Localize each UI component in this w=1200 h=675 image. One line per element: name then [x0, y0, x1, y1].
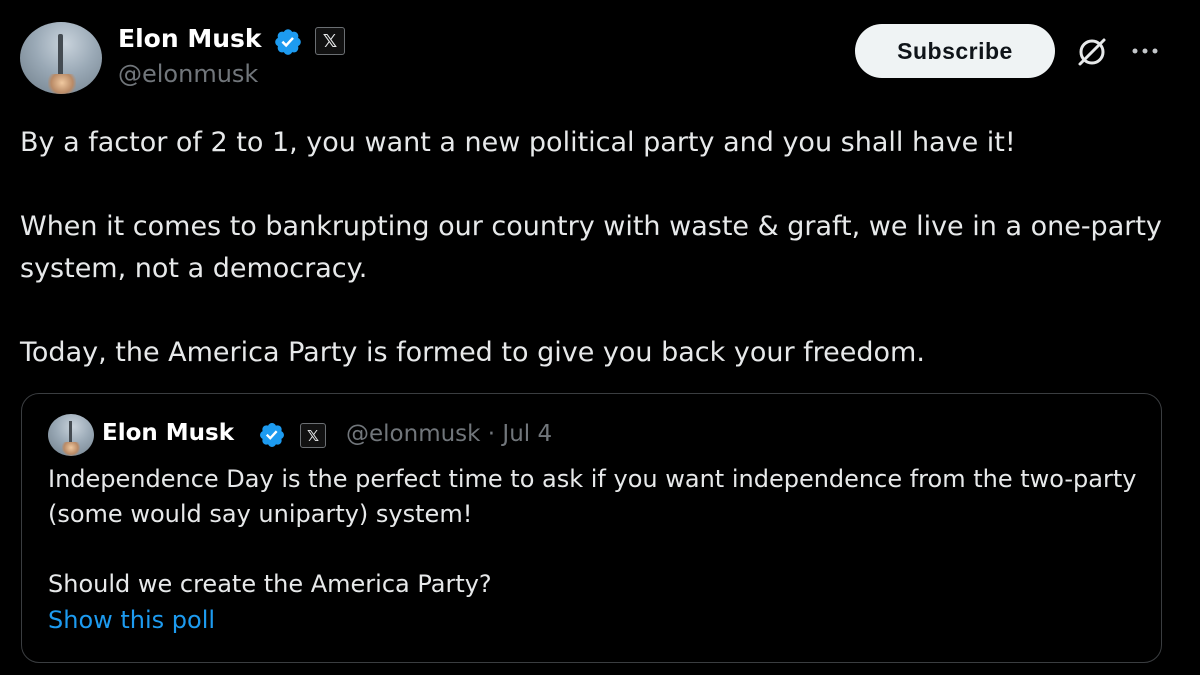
rocket-plume [48, 74, 76, 94]
rocket-image [58, 34, 63, 78]
meta-separator: · [487, 421, 496, 447]
quoted-post-text: Independence Day is the perfect time to … [48, 465, 1137, 598]
verified-check-icon [275, 29, 301, 55]
x-logo-icon: 𝕏 [315, 27, 345, 55]
more-options-icon[interactable] [1128, 36, 1162, 66]
quoted-author-handle[interactable]: @elonmusk [346, 421, 480, 447]
subscribe-button[interactable]: Subscribe [855, 24, 1055, 78]
rocket-plume [62, 442, 80, 456]
author-name[interactable]: Elon Musk [118, 24, 262, 53]
quoted-post-card[interactable]: Elon Musk 𝕏 @elonmusk · Jul 4 Independen… [21, 393, 1162, 663]
post: Elon Musk 𝕏 @elonmusk Subscribe By a fac… [0, 0, 1200, 675]
post-body-text: By a factor of 2 to 1, you want a new po… [20, 127, 1162, 368]
x-logo-icon: 𝕏 [300, 423, 326, 448]
quoted-author-avatar[interactable] [48, 414, 94, 456]
show-poll-link[interactable]: Show this poll [48, 606, 215, 634]
author-avatar[interactable] [20, 22, 102, 94]
grok-icon[interactable] [1074, 34, 1110, 70]
verified-check-icon [260, 423, 284, 447]
quoted-post-date[interactable]: Jul 4 [502, 421, 552, 447]
author-handle[interactable]: @elonmusk [118, 60, 258, 88]
quoted-post-meta: @elonmusk · Jul 4 [346, 421, 552, 447]
quoted-author-name[interactable]: Elon Musk [102, 420, 234, 446]
